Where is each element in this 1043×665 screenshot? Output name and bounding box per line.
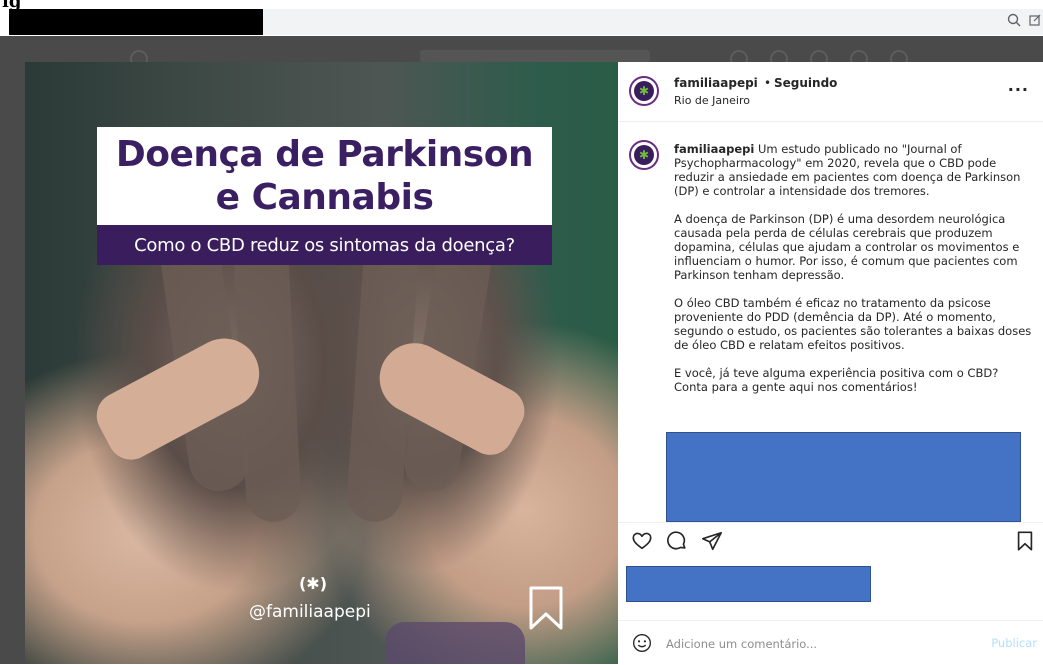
leaf-icon: ✱ [634, 81, 654, 101]
caption-paragraph-4: E você, já teve alguma experiência posit… [674, 366, 999, 394]
post-username[interactable]: familiaapepi [674, 76, 758, 90]
image-title-line-1: Doença de Parkinson [115, 134, 534, 175]
zoom-icon[interactable] [1007, 13, 1021, 31]
image-title-box: Doença de Parkinson e Cannabis [97, 127, 552, 225]
sleeve-detail [385, 622, 525, 664]
bookmark-overlay-icon [527, 586, 565, 630]
follow-status-button[interactable]: Seguindo [774, 76, 837, 90]
comment-bar: Publicar [618, 620, 1043, 665]
emoji-icon[interactable] [632, 633, 652, 653]
browser-icons [1007, 9, 1043, 35]
watermark-handle: @familiaapepi [249, 602, 371, 622]
image-subtitle: Como o CBD reduz os sintomas da doença? [134, 234, 515, 256]
open-in-new-icon[interactable] [1029, 13, 1041, 31]
caption-paragraph-1: familiaapepi Um estudo publicado no "Jou… [674, 142, 1034, 198]
redaction-box [666, 432, 1021, 522]
avatar[interactable]: ✱ [629, 76, 659, 106]
post-image[interactable]: Doença de Parkinson e Cannabis Como o CB… [25, 62, 618, 664]
like-heart-icon[interactable] [631, 530, 653, 552]
save-bookmark-icon[interactable] [1014, 530, 1036, 552]
redaction-box [626, 566, 871, 602]
image-subtitle-box: Como o CBD reduz os sintomas da doença? [97, 225, 552, 265]
post-details-panel: ✱ familiaapepi • Seguindo Rio de Janeiro… [618, 62, 1043, 664]
post-location[interactable]: Rio de Janeiro [674, 94, 750, 107]
image-title-line-2: e Cannabis [215, 177, 434, 218]
comment-input[interactable] [664, 631, 968, 657]
share-send-icon[interactable] [701, 530, 723, 552]
caption-avatar[interactable]: ✱ [629, 140, 659, 170]
action-bar [618, 530, 1043, 560]
comment-bubble-icon[interactable] [666, 530, 688, 552]
watermark-logo: (✱) [298, 574, 328, 593]
browser-toolbar [263, 9, 1043, 35]
post-caption: familiaapepi Um estudo publicado no "Jou… [674, 142, 1034, 408]
leaf-icon: ✱ [634, 145, 654, 165]
caption-paragraph-3: O óleo CBD também é eficaz no tratamento… [674, 296, 1032, 352]
divider [618, 522, 1043, 523]
post-header: ✱ familiaapepi • Seguindo Rio de Janeiro… [618, 62, 1043, 122]
caption-username[interactable]: familiaapepi [674, 142, 754, 156]
redaction-box [9, 9, 263, 35]
header-separator: • [764, 76, 772, 90]
caption-paragraph-2: A doença de Parkinson (DP) é uma desorde… [674, 212, 1020, 282]
publish-button[interactable]: Publicar [991, 636, 1037, 650]
more-options-button[interactable]: ··· [1008, 80, 1029, 99]
